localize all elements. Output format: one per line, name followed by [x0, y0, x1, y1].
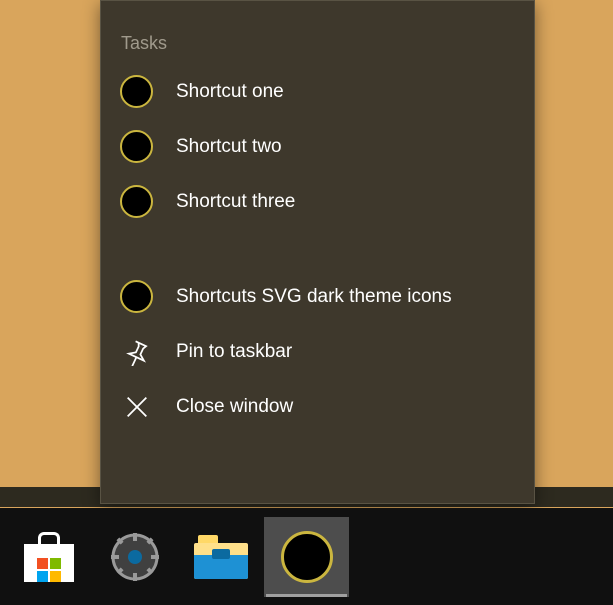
circle-icon [119, 129, 154, 164]
task-shortcut-two[interactable]: Shortcut two [101, 119, 534, 174]
taskbar-item-settings[interactable] [92, 517, 177, 597]
taskbar [0, 508, 613, 605]
pin-icon [119, 334, 154, 369]
task-label: Shortcut three [176, 191, 295, 213]
circle-icon [119, 74, 154, 109]
circle-icon [119, 184, 154, 219]
store-icon [22, 530, 76, 584]
close-label: Close window [176, 396, 293, 418]
circle-icon [119, 279, 154, 314]
circle-icon [281, 531, 333, 583]
pin-label: Pin to taskbar [176, 341, 292, 363]
jumplist-separator [101, 229, 534, 269]
jumplist-header: Tasks [101, 29, 534, 64]
viewport: Tasks Shortcut one Shortcut two Shortcut… [0, 0, 613, 605]
pin-to-taskbar[interactable]: Pin to taskbar [101, 324, 534, 379]
taskbar-item-store[interactable] [6, 517, 91, 597]
app-item-label: Shortcuts SVG dark theme icons [176, 286, 452, 308]
gear-icon [109, 531, 161, 583]
folder-icon [194, 535, 248, 579]
task-label: Shortcut one [176, 81, 284, 103]
taskbar-item-shortcuts-app[interactable] [264, 517, 349, 597]
app-item[interactable]: Shortcuts SVG dark theme icons [101, 269, 534, 324]
taskbar-item-file-explorer[interactable] [178, 517, 263, 597]
task-shortcut-three[interactable]: Shortcut three [101, 174, 534, 229]
jump-list: Tasks Shortcut one Shortcut two Shortcut… [100, 0, 535, 504]
close-icon [119, 389, 154, 424]
task-shortcut-one[interactable]: Shortcut one [101, 64, 534, 119]
close-window[interactable]: Close window [101, 379, 534, 434]
task-label: Shortcut two [176, 136, 282, 158]
